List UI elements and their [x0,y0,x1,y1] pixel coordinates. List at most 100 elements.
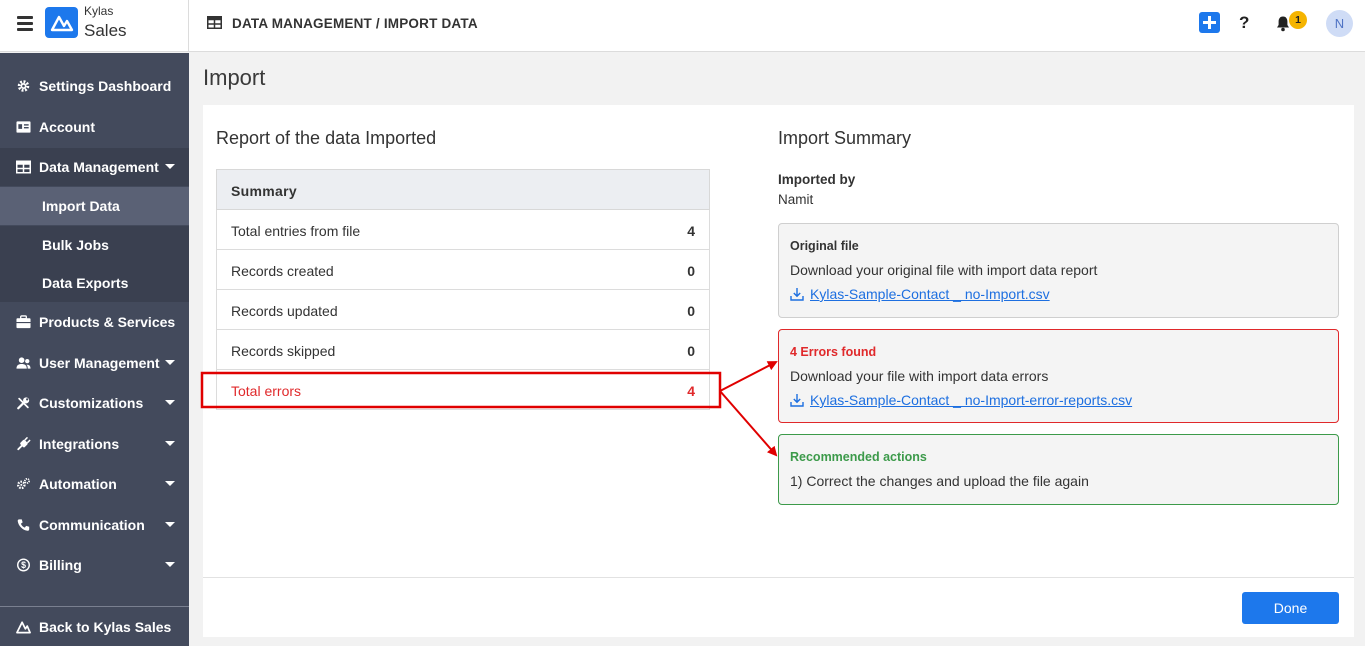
sidebar-footer-label: Back to Kylas Sales [39,619,172,635]
svg-text:$: $ [21,560,26,570]
sidebar-item-automation[interactable]: Automation [0,465,189,503]
row-value: 0 [687,343,695,359]
chevron-down-icon [165,441,175,446]
table-row: Total entries from file 4 [216,210,710,250]
sidebar-subitem-import-data[interactable]: Import Data [0,187,189,225]
chevron-down-icon [165,562,175,567]
sidebar-item-customizations[interactable]: Customizations [0,384,189,422]
sidebar-item-data-management[interactable]: Data Management [0,148,189,186]
sidebar-item-label: Data Management [39,159,159,175]
recommended-actions-box: Recommended actions 1) Correct the chang… [778,434,1339,505]
original-file-heading: Original file [790,239,859,253]
row-label: Records created [231,263,334,279]
brand-company: Kylas [84,4,114,18]
sidebar-item-account[interactable]: Account [0,108,189,146]
chevron-down-icon [165,481,175,486]
chevron-down-icon [165,164,175,169]
row-value: 4 [687,383,695,399]
sidebar-item-label: Account [39,119,95,135]
recommended-actions-text: 1) Correct the changes and upload the fi… [790,473,1089,489]
footer-divider [203,577,1354,578]
kylas-logo[interactable] [45,7,78,38]
sidebar-subitem-bulk-jobs[interactable]: Bulk Jobs [0,226,189,264]
breadcrumb: DATA MANAGEMENT / IMPORT DATA [232,16,478,31]
import-summary-title: Import Summary [778,128,912,148]
error-report-link-text: Kylas-Sample-Contact _ no-Import-error-r… [810,392,1133,408]
top-bar: Kylas Sales DATA MANAGEMENT / IMPORT DAT… [0,0,1365,52]
sidebar-item-settings-dashboard[interactable]: Settings Dashboard [0,67,189,105]
chevron-down-icon [165,522,175,527]
sidebar-subitem-label: Bulk Jobs [42,237,109,253]
sidebar-item-user-management[interactable]: User Management [0,344,189,382]
errors-text: Download your file with import data erro… [790,368,1049,384]
sidebar-item-label: Customizations [39,395,144,411]
imported-by-value: Namit [778,192,814,207]
report-title: Report of the data Imported [216,128,437,148]
import-report-card: Report of the data Imported Summary Tota… [203,105,1354,637]
done-button[interactable]: Done [1242,592,1339,624]
table-row: Records updated 0 [216,290,710,330]
original-file-text: Download your original file with import … [790,262,1098,278]
sidebar-item-communication[interactable]: Communication [0,506,189,544]
sidebar-item-label: Integrations [39,436,120,452]
notification-badge: 1 [1289,11,1307,29]
tools-icon [17,397,30,410]
sidebar-item-label: Settings Dashboard [39,78,172,94]
summary-table: Summary Total entries from file 4 Record… [216,169,710,410]
errors-box: 4 Errors found Download your file with i… [778,329,1339,423]
id-card-icon [16,121,31,133]
plug-icon [17,437,31,451]
recommended-actions-heading: Recommended actions [790,450,927,464]
sidebar-subitem-label: Import Data [42,198,120,214]
sidebar-item-products-services[interactable]: Products & Services [0,303,189,341]
row-label: Total entries from file [231,223,361,239]
sidebar-subitem-data-exports[interactable]: Data Exports [0,264,189,302]
row-value: 0 [687,303,695,319]
row-label: Records skipped [231,343,336,359]
original-file-link-text: Kylas-Sample-Contact _ no-Import.csv [810,286,1050,302]
original-file-box: Original file Download your original fil… [778,223,1339,318]
page-title: Import [203,65,266,90]
brand-product: Sales [84,21,127,40]
table-icon [16,160,31,174]
topbar-divider [188,0,189,52]
users-icon [16,357,31,369]
sidebar-item-label: Automation [39,476,117,492]
gear-icon [17,80,30,92]
sidebar-item-integrations[interactable]: Integrations [0,425,189,463]
original-file-download-link[interactable]: Kylas-Sample-Contact _ no-Import.csv [790,286,1050,302]
avatar[interactable]: N [1326,10,1353,37]
table-row: Records skipped 0 [216,330,710,370]
help-icon[interactable]: ? [1239,13,1249,33]
summary-header: Summary [216,169,710,210]
row-label: Records updated [231,303,338,319]
sidebar-item-label: Billing [39,557,82,573]
sidebar-item-label: User Management [39,355,160,371]
menu-icon[interactable] [17,16,33,31]
table-row-errors: Total errors 4 [216,370,710,410]
phone-icon [17,519,30,531]
error-report-download-link[interactable]: Kylas-Sample-Contact _ no-Import-error-r… [790,392,1132,408]
add-button[interactable] [1199,12,1220,33]
sidebar-item-label: Products & Services [39,314,176,330]
sidebar-item-billing[interactable]: $ Billing [0,546,189,584]
chevron-down-icon [165,400,175,405]
sidebar-footer: Back to Kylas Sales [0,606,189,646]
row-value: 4 [687,223,695,239]
row-value: 0 [687,263,695,279]
download-icon [790,288,804,301]
table-row: Records created 0 [216,250,710,290]
sidebar: Settings Dashboard Account Data Manageme… [0,53,189,646]
row-label: Total errors [231,383,302,399]
dollar-icon: $ [17,558,30,572]
cogs-icon [17,477,30,490]
sidebar-item-label: Communication [39,517,145,533]
back-to-kylas-sales-link[interactable]: Back to Kylas Sales [0,608,189,646]
kylas-logo-icon [16,621,31,634]
box-icon [16,315,31,329]
table-icon [207,16,222,29]
errors-heading: 4 Errors found [790,345,877,359]
sidebar-subitem-label: Data Exports [42,275,129,291]
imported-by-label: Imported by [778,172,856,187]
chevron-down-icon [165,360,175,365]
